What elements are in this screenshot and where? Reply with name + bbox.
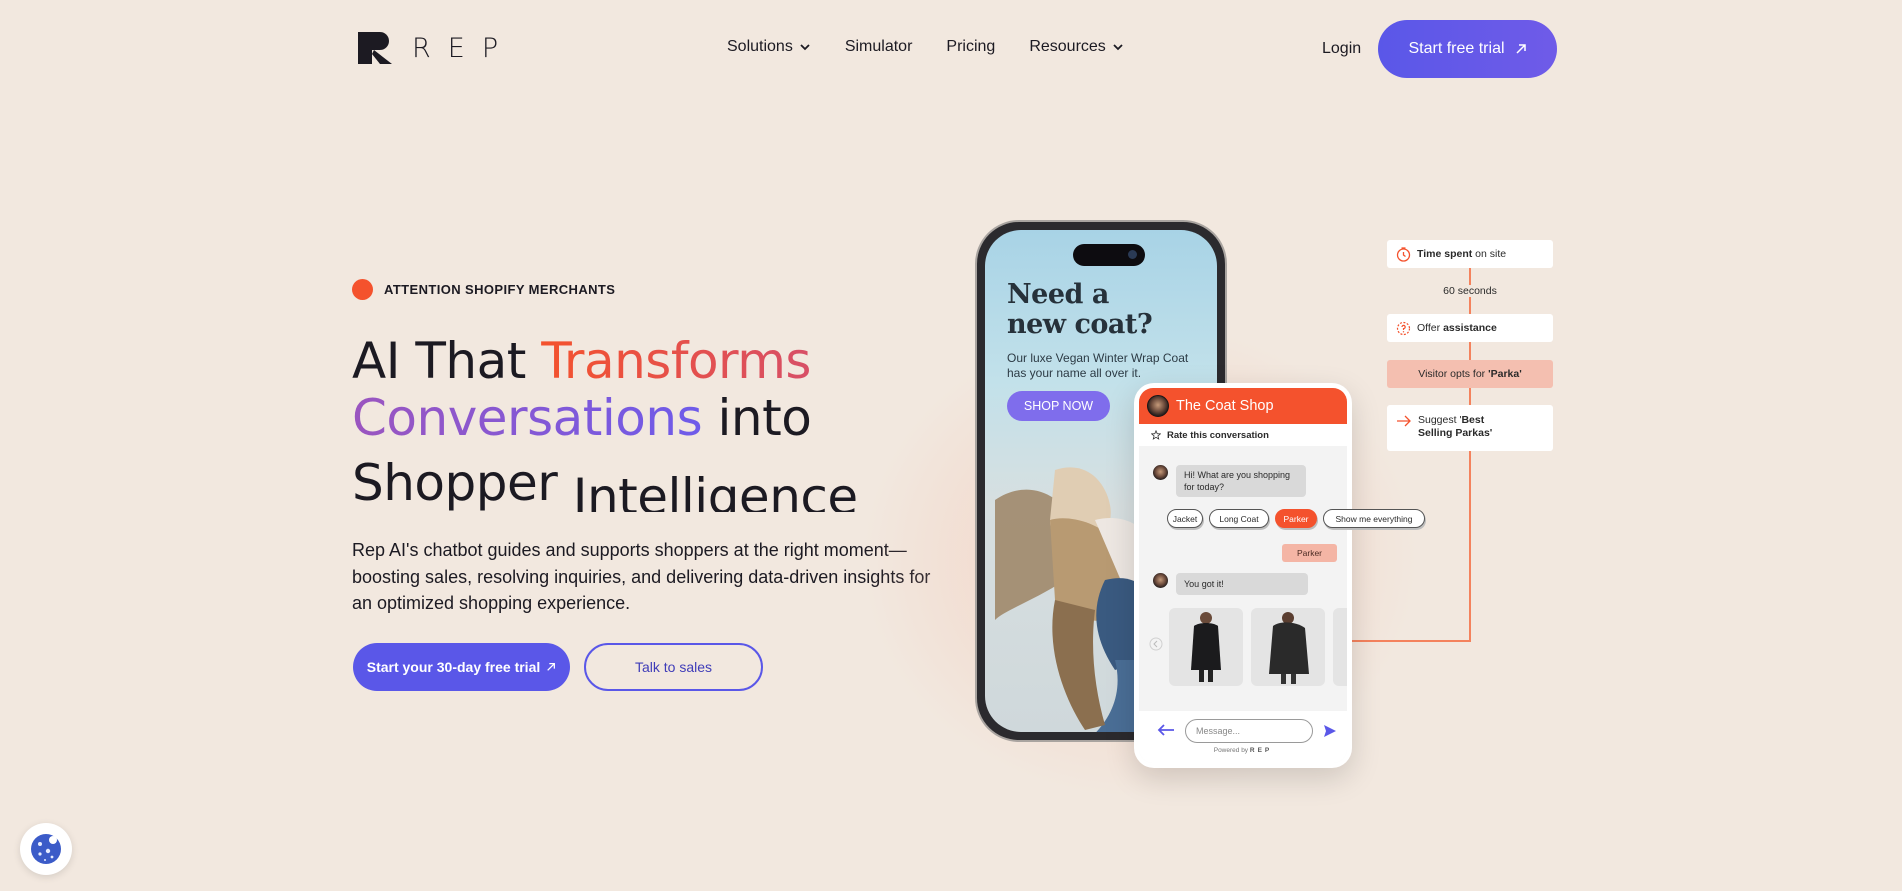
bot-message-text: You got it! [1176,573,1308,595]
headline-conversations: Conversations [352,389,703,447]
nav-simulator[interactable]: Simulator [845,38,913,56]
rate-label: Rate this conversation [1167,429,1269,441]
ad-subtitle: Our luxe Vegan Winter Wrap Coat has your… [1007,351,1189,380]
cookie-icon [31,834,61,864]
powered-by: Powered by REP [1139,747,1347,754]
send-icon[interactable] [1323,724,1337,738]
headline-shopper: Shopper [352,455,573,512]
option-long-coat[interactable]: Long Coat [1209,509,1269,528]
flow-step-text: Suggest 'Best Selling Parkas' [1418,414,1492,440]
arrow-up-right-icon [547,663,556,671]
nav-solutions[interactable]: Solutions [727,38,811,56]
attention-badge: ATTENTION SHOPIFY MERCHANTS [352,279,615,300]
cta-primary-label: Start your 30-day free trial [366,659,541,675]
flow-step4-bold1: Best [1461,414,1485,426]
option-show-me-everything[interactable]: Show me everything [1323,509,1425,528]
shop-name: The Coat Shop [1176,398,1274,414]
flow-step4-pre: Suggest ' [1418,414,1462,426]
option-parker[interactable]: Parker [1275,509,1317,528]
camera-icon [1128,250,1137,259]
shop-now-button[interactable]: SHOP NOW [1007,391,1110,421]
badge-dot [352,279,373,300]
nav-pricing[interactable]: Pricing [946,38,995,56]
flow-step4-bold2: Selling Parkas' [1418,427,1493,439]
user-reply-bubble: Parker [1282,544,1337,562]
option-jacket[interactable]: Jacket [1167,509,1203,528]
ad-title: Need a new coat? [1007,279,1153,340]
flow-step1-rest: on site [1472,248,1507,260]
headline-line3: Shopper Intelligence [352,455,912,512]
login-link[interactable]: Login [1322,40,1361,58]
logo-wordmark: REP [412,32,516,64]
chat-footer: Message... Powered by REP [1139,711,1347,763]
start-free-trial-label: Start free trial [1408,40,1505,57]
headline-intelligence: Intelligence [572,468,858,513]
flow-step3-bold: 'Parka' [1488,368,1522,380]
arrow-up-right-icon [1515,44,1526,54]
chat-window: The Coat Shop Rate this conversation Hi!… [1139,388,1347,763]
chevron-down-icon [800,44,810,51]
coat-image-black [1191,612,1221,682]
product-card[interactable] [1169,608,1243,686]
rep-logo-mark-icon [358,32,392,64]
nav-resources[interactable]: Resources [1029,38,1123,56]
flow-time-value: 60 seconds [1387,285,1553,297]
shop-avatar [1147,395,1169,417]
bot-message-2: You got it! [1153,573,1308,595]
ad-title-line2: new coat? [1007,309,1153,340]
flow-step-time-spent: Time spent on site [1387,240,1553,268]
star-icon [1151,430,1161,440]
flow-step-text: Visitor opts for 'Parka' [1418,368,1521,380]
chat-widget: The Coat Shop Rate this conversation Hi!… [1134,383,1352,768]
nav-resources-label: Resources [1029,38,1106,55]
flow-step3-pre: Visitor opts for [1418,368,1489,380]
start-30-day-trial-button[interactable]: Start your 30-day free trial [353,643,570,691]
chat-header: The Coat Shop [1139,388,1347,424]
badge-text: ATTENTION SHOPIFY MERCHANTS [384,282,616,297]
bot-avatar [1153,573,1168,588]
arrow-right-icon [1397,415,1411,427]
flow-step-visitor-opts: Visitor opts for 'Parka' [1387,360,1553,388]
coat-image-dark [1269,612,1309,684]
flow-step-suggest: Suggest 'Best Selling Parkas' [1387,405,1553,451]
bot-message-text: Hi! What are you shopping for today? [1176,465,1306,497]
quick-reply-options: Jacket Long Coat Parker Show me everythi… [1167,509,1425,528]
powered-by-label: Powered by [1213,747,1249,754]
rate-conversation[interactable]: Rate this conversation [1139,424,1347,446]
message-input[interactable]: Message... [1185,719,1313,743]
top-nav: REP Solutions Simulator Pricing Resource… [0,0,1902,100]
cookie-settings-button[interactable] [20,823,72,875]
clock-icon [1396,246,1411,262]
flow-step2-bold: assistance [1443,322,1497,334]
product-carousel [1169,608,1347,686]
bot-avatar [1153,465,1168,480]
rep-logo[interactable]: REP [358,32,515,64]
assistance-icon [1396,321,1411,335]
product-card[interactable] [1251,608,1325,686]
start-free-trial-button[interactable]: Start free trial [1378,20,1557,78]
product-card[interactable] [1333,608,1347,686]
nav-pricing-label: Pricing [946,38,996,55]
flow-step-text: Offer assistance [1417,322,1497,334]
headline-part1: AI That [352,332,542,390]
bot-message-1: Hi! What are you shopping for today? [1153,465,1306,497]
ad-title-line1: Need a [1007,279,1109,310]
flow-connector-horizontal [1352,640,1470,642]
dynamic-island [1073,244,1145,266]
flow-step2-pre: Offer [1417,322,1444,334]
flow-step-text: Time spent on site [1417,248,1506,260]
hero-headline: AI That Transforms Conversations into Sh… [352,332,912,513]
headline-transforms: Transforms [541,332,811,390]
headline-into: into [702,389,812,447]
powered-by-logo: REP [1249,747,1273,754]
main-menu: Solutions Simulator Pricing Resources [727,38,1124,56]
flow-step1-bold: Time spent [1417,248,1473,260]
nav-simulator-label: Simulator [844,38,913,55]
flow-step-offer-assistance: Offer assistance [1387,314,1553,342]
carousel-prev-icon[interactable] [1149,637,1163,651]
nav-solutions-label: Solutions [727,38,793,55]
talk-to-sales-button[interactable]: Talk to sales [584,643,763,691]
chevron-down-icon [1113,44,1123,51]
back-arrow-icon[interactable] [1157,723,1175,737]
